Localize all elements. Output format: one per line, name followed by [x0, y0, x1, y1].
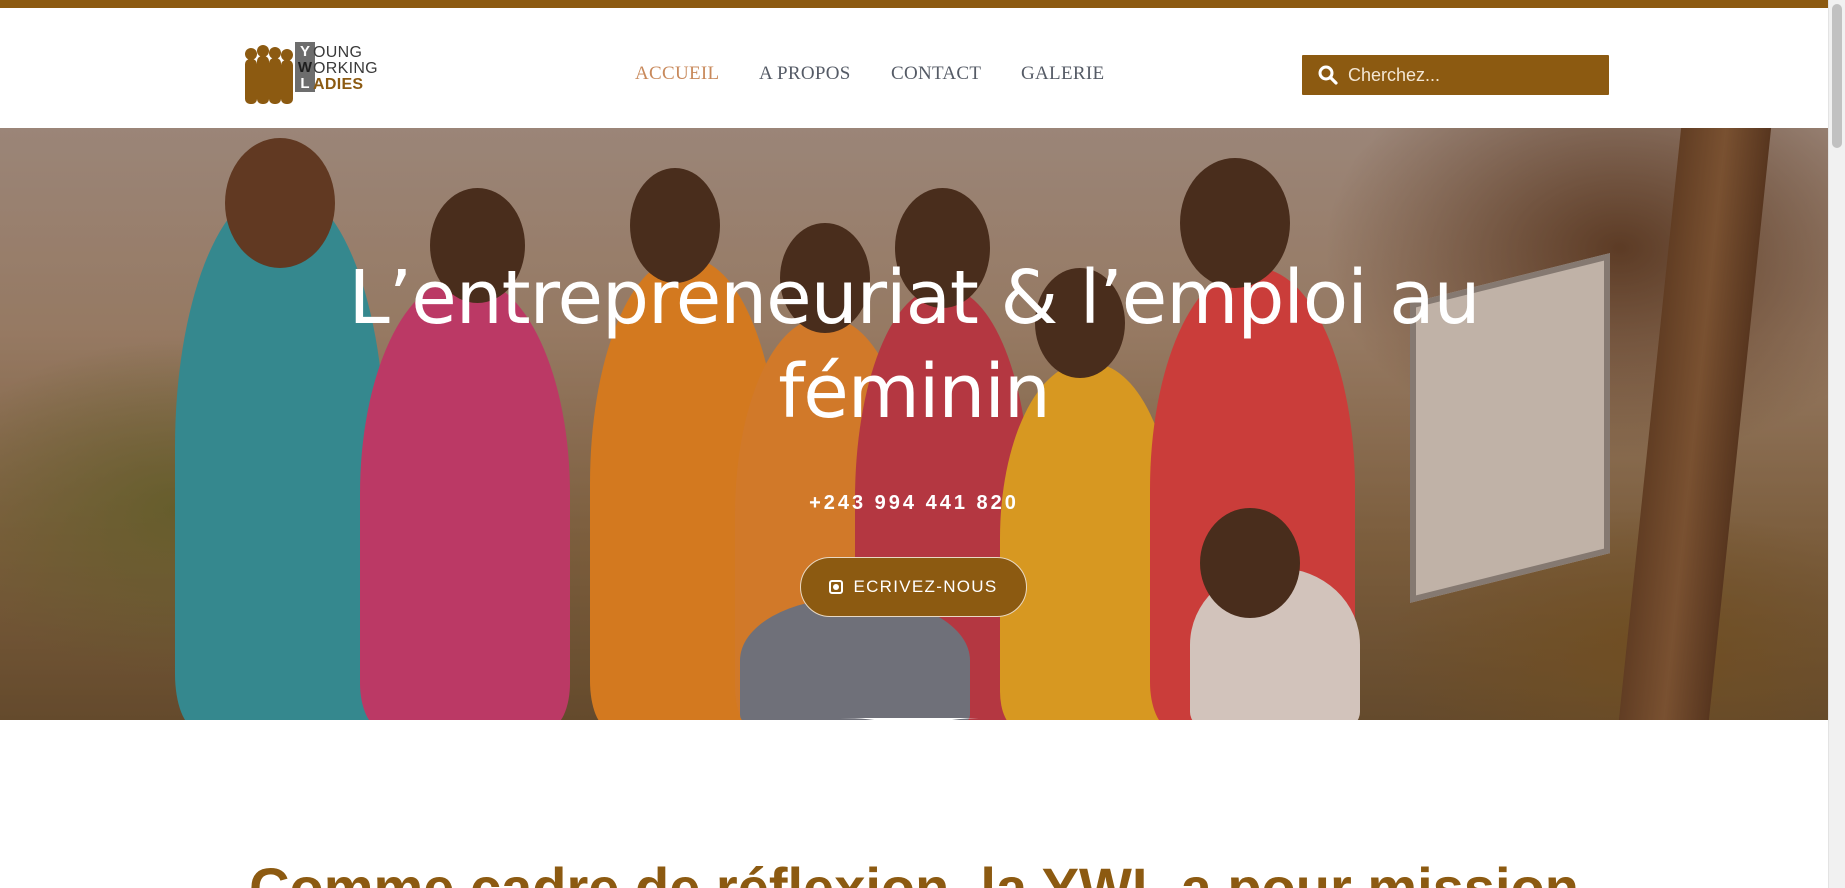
nav-item-galerie[interactable]: GALERIE [1021, 63, 1104, 85]
top-accent-bar [0, 0, 1828, 8]
hero-banner: L’entrepreneuriat & l’emploi au féminin … [0, 128, 1828, 720]
search-input[interactable] [1348, 55, 1600, 95]
women-silhouettes-logo-icon [245, 45, 293, 104]
site-header: Y W L OUNG ORKING ADIES ACCUEIL A PROPOS… [0, 8, 1828, 128]
search-icon[interactable] [1318, 65, 1338, 85]
site-logo[interactable]: Y W L OUNG ORKING ADIES [243, 36, 405, 108]
hero-title: L’entrepreneuriat & l’emploi au féminin [348, 255, 1480, 435]
nav-item-a-propos[interactable]: A PROPOS [759, 63, 851, 85]
mission-section-title: Comme cadre de réflexion, la YWL a pour … [249, 856, 1579, 888]
page-scrollbar[interactable] [1828, 0, 1845, 888]
scrollbar-thumb[interactable] [1832, 4, 1842, 148]
write-to-us-label: ECRIVEZ-NOUS [853, 577, 998, 596]
logo-word-working: ORKING [313, 60, 378, 77]
hero-phone-number: +243 994 441 820 [809, 492, 1019, 514]
logo-initial-w: W [297, 59, 313, 76]
write-to-us-button[interactable]: ECRIVEZ-NOUS [800, 557, 1027, 617]
whatsapp-icon [829, 580, 844, 594]
nav-item-contact[interactable]: CONTACT [891, 63, 981, 85]
logo-word-young: OUNG [313, 44, 363, 61]
hero-bottom-divider [840, 718, 986, 746]
nav-item-accueil[interactable]: ACCUEIL [635, 63, 719, 85]
logo-word-ladies: ADIES [313, 76, 364, 93]
logo-initial-l: L [300, 75, 310, 92]
search-box [1302, 55, 1609, 95]
logo-initial-y: Y [299, 43, 310, 60]
